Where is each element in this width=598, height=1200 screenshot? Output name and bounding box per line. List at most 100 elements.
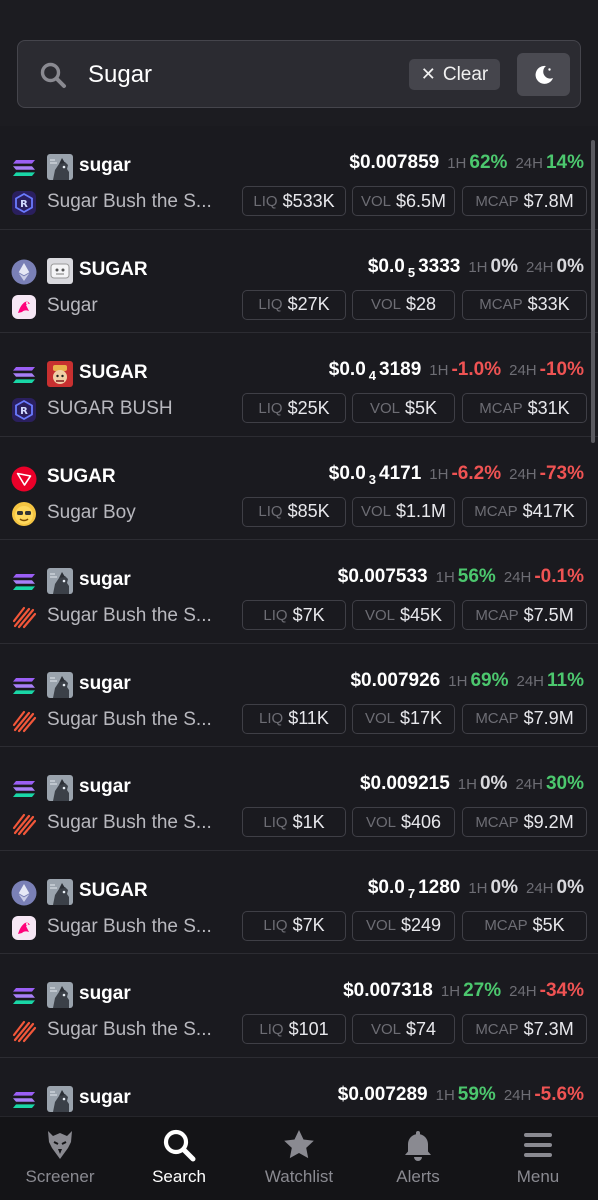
menu-icon bbox=[520, 1127, 556, 1163]
liquidity-badge: LIQ $533K bbox=[242, 186, 346, 216]
token-symbol: sugar bbox=[79, 672, 131, 694]
token-image-icon bbox=[47, 982, 73, 1008]
liquidity-badge: LIQ $27K bbox=[242, 289, 346, 320]
token-price: $0.0 5 3333 bbox=[367, 255, 461, 280]
meteora-dex-icon bbox=[11, 811, 37, 837]
token-row[interactable]: sugar Sugar Bush the S... $0.007533 1H 56% 24… bbox=[0, 540, 598, 644]
market-cap-badge: MCAP $33K bbox=[462, 289, 587, 320]
token-row[interactable]: SUGAR Sugar $0.0 5 3333 1H 0% 24H 0% LIQ $27K VOL $2… bbox=[0, 230, 598, 333]
raydium-dex-icon: R bbox=[11, 397, 37, 423]
nav-watchlist[interactable]: Watchlist bbox=[239, 1117, 359, 1200]
token-row[interactable]: SUGAR Sugar Bush the S... $0.0 7 1280 1H 0% 24H… bbox=[0, 851, 598, 954]
token-price: $0.007318 bbox=[343, 980, 433, 1001]
nav-alerts[interactable]: Alerts bbox=[358, 1117, 478, 1200]
volume-badge: VOL $45K bbox=[352, 600, 455, 630]
clear-button[interactable]: ✕ Clear bbox=[409, 59, 500, 90]
change-1h: 1H -1.0% bbox=[429, 359, 502, 380]
meteora-dex-icon bbox=[11, 604, 37, 630]
solana-chain-icon bbox=[11, 983, 37, 1009]
token-price: $0.007533 bbox=[337, 566, 428, 587]
nav-search[interactable]: Search bbox=[119, 1117, 239, 1200]
liquidity-badge: LIQ $11K bbox=[242, 703, 346, 734]
token-name: Sugar Boy bbox=[47, 501, 136, 523]
token-symbol: sugar bbox=[79, 983, 131, 1004]
price-line: $0.0 7 1280 1H 0% 24H 0% bbox=[368, 877, 584, 905]
market-cap-badge: MCAP $417K bbox=[462, 496, 587, 527]
eagle-icon bbox=[42, 1127, 78, 1163]
solana-chain-icon bbox=[11, 776, 37, 802]
change-24h: 24H -5.6% bbox=[503, 1083, 584, 1105]
liquidity-badge: LIQ $101 bbox=[242, 1014, 346, 1044]
change-1h: 1H 56% bbox=[435, 566, 496, 587]
change-24h: 24H -0.1% bbox=[503, 566, 584, 587]
raydium-dex-icon: R bbox=[11, 190, 37, 216]
sunpump-dex-icon bbox=[11, 501, 37, 527]
change-24h: 24H -10% bbox=[509, 359, 584, 380]
token-row[interactable]: sugar Sugar Bush the S... $0.009215 1H 0% 24H… bbox=[0, 747, 598, 851]
bottom-navigation: Screener Search Watchlist Alerts Menu bbox=[0, 1116, 598, 1200]
solana-chain-icon bbox=[11, 569, 37, 595]
price-line: $0.009215 1H 0% 24H 30% bbox=[360, 773, 584, 801]
price-line: $0.007859 1H 62% 24H 14% bbox=[349, 152, 584, 180]
change-1h: 1H 69% bbox=[448, 669, 509, 691]
theme-toggle-button[interactable] bbox=[517, 53, 570, 96]
market-cap-badge: MCAP $7.8M bbox=[462, 186, 587, 216]
search-results-list: sugar R Sugar Bush the S... $0.007859 1H 62% 2… bbox=[0, 126, 598, 1116]
token-symbol: SUGAR bbox=[79, 362, 148, 383]
zero-count: 3 bbox=[368, 471, 376, 487]
change-24h: 24H -34% bbox=[509, 980, 584, 1001]
token-row[interactable]: SUGAR Sugar Boy $0.0 3 4171 1H -6.2% 24H -73% LIQ… bbox=[0, 437, 598, 540]
volume-badge: VOL $5K bbox=[352, 393, 455, 423]
liquidity-badge: LIQ $85K bbox=[242, 496, 346, 527]
change-1h: 1H 0% bbox=[457, 773, 508, 794]
nav-label: Screener bbox=[25, 1167, 95, 1186]
market-cap-badge: MCAP $7.5M bbox=[462, 600, 587, 630]
scrollbar[interactable] bbox=[591, 140, 595, 443]
meteora-dex-icon bbox=[11, 1018, 37, 1044]
svg-text:R: R bbox=[20, 199, 28, 210]
ethereum-chain-icon bbox=[11, 880, 37, 906]
token-name: Sugar Bush the S... bbox=[47, 708, 212, 730]
price-line: $0.007926 1H 69% 24H 11% bbox=[350, 670, 584, 698]
change-24h: 24H 30% bbox=[515, 773, 584, 794]
uniswap-dex-icon bbox=[11, 294, 37, 320]
meteora-dex-icon bbox=[11, 708, 37, 734]
token-row[interactable]: sugar Sugar Bush the S... $0.007926 1H 69% 24… bbox=[0, 644, 598, 747]
token-row[interactable]: sugar Sugar Bush the S... $0.007318 1H 27% 24… bbox=[0, 954, 598, 1058]
zero-count: 4 bbox=[368, 368, 376, 383]
zero-count: 7 bbox=[407, 885, 416, 901]
solana-chain-icon bbox=[11, 1087, 37, 1113]
volume-badge: VOL $28 bbox=[352, 289, 455, 320]
nav-screener[interactable]: Screener bbox=[0, 1117, 120, 1200]
price-line: $0.0 3 4171 1H -6.2% 24H -73% bbox=[329, 463, 584, 491]
liquidity-badge: LIQ $7K bbox=[242, 600, 346, 630]
nav-menu[interactable]: Menu bbox=[478, 1117, 598, 1200]
market-cap-badge: MCAP $9.2M bbox=[462, 807, 587, 837]
market-cap-badge: MCAP $5K bbox=[462, 910, 587, 941]
token-row[interactable]: sugar $0.007289 1H 59% 24H -5.6% bbox=[0, 1058, 598, 1117]
token-symbol: SUGAR bbox=[79, 879, 148, 901]
change-1h: 1H 59% bbox=[435, 1083, 496, 1105]
search-input[interactable]: Sugar ✕ Clear bbox=[17, 40, 581, 108]
token-name: Sugar Bush the S... bbox=[47, 915, 212, 937]
uniswap-dex-icon bbox=[11, 915, 37, 941]
change-1h: 1H 62% bbox=[447, 152, 508, 173]
search-header: Sugar ✕ Clear bbox=[0, 0, 598, 126]
token-price: $0.009215 bbox=[359, 773, 450, 794]
change-24h: 24H 11% bbox=[516, 669, 584, 691]
star-icon bbox=[281, 1127, 317, 1163]
nav-label: Menu bbox=[516, 1167, 560, 1186]
search-query[interactable]: Sugar bbox=[88, 59, 152, 91]
change-1h: 1H -6.2% bbox=[429, 462, 502, 484]
token-image-icon bbox=[47, 775, 73, 801]
change-1h: 1H 0% bbox=[468, 255, 518, 277]
change-1h: 1H 27% bbox=[440, 980, 502, 1001]
volume-badge: VOL $1.1M bbox=[352, 496, 455, 527]
change-24h: 24H 0% bbox=[526, 255, 584, 277]
change-24h: 24H 14% bbox=[515, 152, 584, 173]
token-row[interactable]: sugar R Sugar Bush the S... $0.007859 1H 62% 2… bbox=[0, 126, 598, 230]
token-name: Sugar Bush the S... bbox=[47, 605, 212, 626]
price-line: $0.007318 1H 27% 24H -34% bbox=[343, 980, 584, 1008]
zero-count: 5 bbox=[407, 264, 416, 280]
token-row[interactable]: SUGAR R SUGAR BUSH $0.0 4 3189 1H -1.0% 24H -10% L… bbox=[0, 333, 598, 437]
